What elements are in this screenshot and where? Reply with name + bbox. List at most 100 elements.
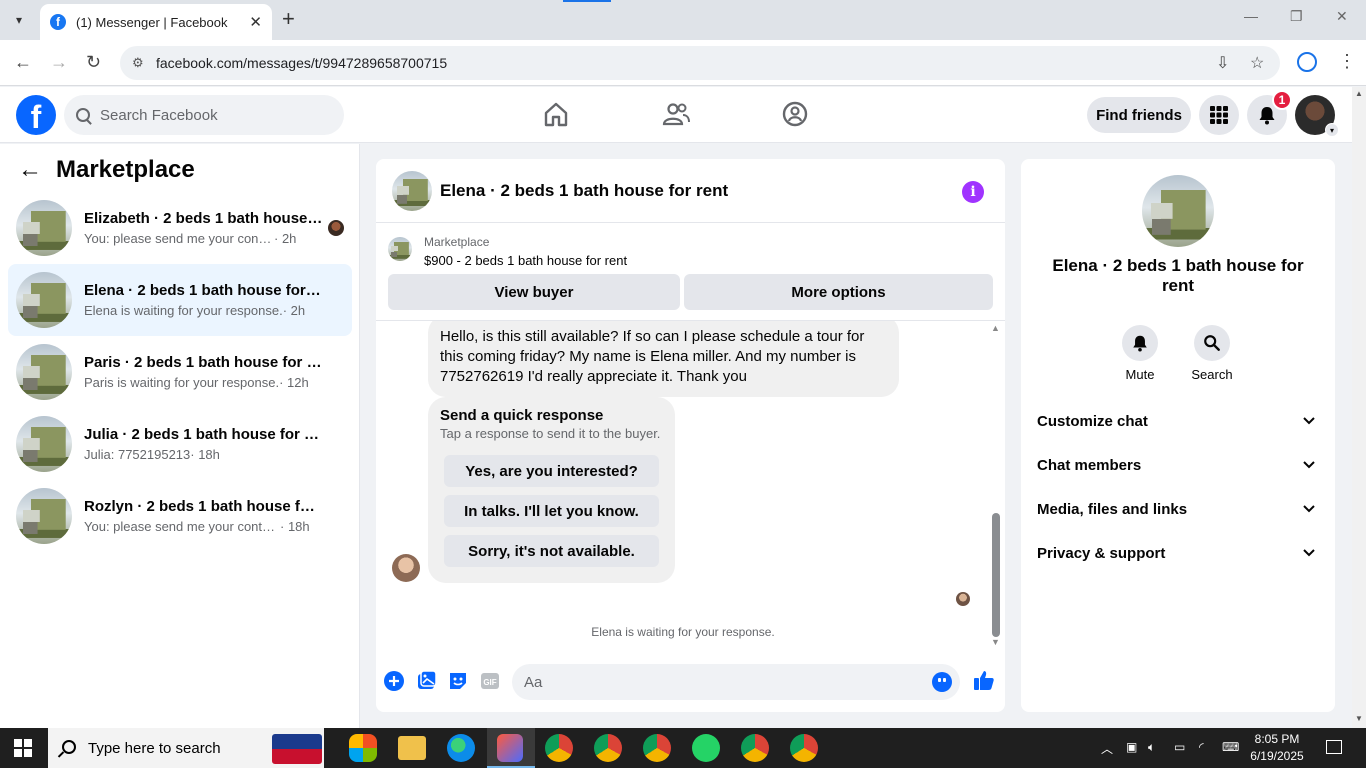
bookmark-star-icon[interactable]: ☆ bbox=[1250, 53, 1264, 73]
message-scrollbar[interactable]: ▲ ▼ bbox=[990, 321, 1002, 651]
browser-tab-messenger[interactable]: f (1) Messenger | Facebook ✕ bbox=[40, 4, 272, 40]
meet-now-icon[interactable]: ▣ bbox=[1126, 740, 1137, 754]
scrollbar-thumb[interactable] bbox=[992, 513, 1000, 637]
svg-text:GIF: GIF bbox=[483, 678, 496, 687]
row-label: Customize chat bbox=[1037, 412, 1148, 430]
forward-arrow-icon[interactable]: → bbox=[50, 52, 68, 73]
media-files-links-row[interactable]: Media, files and links bbox=[1029, 487, 1327, 531]
quick-response-heading: Send a quick response bbox=[440, 407, 604, 424]
customize-chat-row[interactable]: Customize chat bbox=[1029, 399, 1327, 443]
gif-icon[interactable]: GIF bbox=[479, 670, 501, 692]
message-input-box[interactable] bbox=[512, 664, 960, 700]
emoji-icon[interactable] bbox=[932, 672, 952, 692]
info-icon[interactable]: i bbox=[962, 181, 984, 203]
page-scrollbar[interactable]: ▲ ▼ bbox=[1352, 87, 1366, 728]
menu-grid-button[interactable] bbox=[1199, 95, 1239, 135]
reload-icon[interactable]: ↻ bbox=[86, 52, 101, 73]
chrome-icon[interactable] bbox=[643, 734, 671, 762]
chrome-icon[interactable] bbox=[790, 734, 818, 762]
install-app-icon[interactable]: ⇩ bbox=[1216, 53, 1229, 73]
browser-menu-icon[interactable]: ⋮ bbox=[1338, 51, 1356, 72]
search-action[interactable]: Search bbox=[1182, 325, 1242, 382]
friends-icon[interactable] bbox=[661, 99, 691, 129]
active-app-icon[interactable] bbox=[487, 734, 535, 768]
copilot-icon[interactable] bbox=[349, 734, 377, 762]
back-arrow-icon[interactable]: ← bbox=[18, 156, 42, 184]
scroll-down-icon[interactable]: ▼ bbox=[1355, 714, 1363, 723]
facebook-logo[interactable]: f bbox=[16, 95, 56, 135]
chrome-icon[interactable] bbox=[741, 734, 769, 762]
chat-title[interactable]: Elena · 2 beds 1 bath house for rent bbox=[440, 181, 728, 201]
home-icon[interactable] bbox=[541, 99, 571, 129]
keyboard-icon[interactable]: ⌨ bbox=[1222, 740, 1239, 754]
view-buyer-button[interactable]: View buyer bbox=[388, 274, 680, 310]
battery-icon[interactable]: ▭ bbox=[1174, 740, 1185, 754]
system-clock[interactable]: 8:05 PM 6/19/2025 bbox=[1240, 731, 1314, 765]
notification-count-badge: 1 bbox=[1272, 90, 1292, 110]
address-bar[interactable]: ⚙ facebook.com/messages/t/99472896587007… bbox=[120, 46, 1280, 80]
chrome-icon[interactable] bbox=[594, 734, 622, 762]
conversation-name: Elena · 2 beds 1 bath house for rent bbox=[84, 282, 324, 299]
panel-title: Marketplace bbox=[56, 156, 195, 183]
tab-close-icon[interactable]: ✕ bbox=[249, 13, 262, 31]
conversation-item-rozlyn[interactable]: Rozlyn · 2 beds 1 bath house for rent Yo… bbox=[8, 480, 352, 552]
marketplace-header: ← Marketplace bbox=[18, 156, 195, 184]
conversation-item-elizabeth[interactable]: Elizabeth · 2 beds 1 bath house for rent… bbox=[8, 192, 352, 264]
tab-search-chevron-icon[interactable]: ▾ bbox=[6, 7, 32, 33]
listing-summary: Marketplace $900 - 2 beds 1 bath house f… bbox=[388, 233, 988, 273]
scroll-up-icon[interactable]: ▲ bbox=[991, 323, 1000, 333]
windows-start-icon[interactable] bbox=[14, 739, 32, 757]
browser-profile-icon[interactable] bbox=[1297, 52, 1317, 72]
facebook-search-box[interactable] bbox=[64, 95, 344, 135]
chevron-down-icon bbox=[1299, 543, 1319, 563]
scroll-down-icon[interactable]: ▼ bbox=[991, 637, 1000, 647]
message-input[interactable] bbox=[512, 664, 892, 700]
close-window-icon[interactable]: ✕ bbox=[1336, 8, 1348, 25]
wifi-icon[interactable]: ◜ bbox=[1199, 740, 1204, 754]
notification-center-icon[interactable] bbox=[1326, 740, 1342, 754]
chat-members-row[interactable]: Chat members bbox=[1029, 443, 1327, 487]
search-icon bbox=[1204, 335, 1220, 351]
minimize-window-icon[interactable]: — bbox=[1244, 8, 1258, 24]
new-tab-button[interactable]: + bbox=[282, 8, 295, 30]
back-arrow-icon[interactable]: ← bbox=[14, 52, 32, 73]
search-highlight-icon[interactable] bbox=[272, 734, 322, 764]
edge-icon[interactable] bbox=[447, 734, 475, 762]
url-text[interactable]: facebook.com/messages/t/9947289658700715 bbox=[156, 55, 447, 71]
show-hidden-icons-chevron-icon[interactable]: ︿ bbox=[1101, 740, 1113, 757]
restore-window-icon[interactable]: ❐ bbox=[1290, 8, 1303, 25]
grid-icon bbox=[1210, 106, 1228, 124]
chat-avatar[interactable] bbox=[392, 170, 432, 211]
conversation-item-paris[interactable]: Paris · 2 beds 1 bath house for rent Par… bbox=[8, 336, 352, 408]
chrome-icon[interactable] bbox=[545, 734, 573, 762]
like-thumb-icon[interactable] bbox=[972, 668, 996, 692]
quick-response-option[interactable]: Yes, are you interested? bbox=[444, 455, 659, 487]
conversation-item-elena[interactable]: Elena · 2 beds 1 bath house for rent Ele… bbox=[8, 264, 352, 336]
listing-price[interactable]: $900 - 2 beds 1 bath house for rent bbox=[424, 253, 627, 268]
file-explorer-icon[interactable] bbox=[398, 736, 426, 760]
scroll-up-icon[interactable]: ▲ bbox=[1355, 89, 1363, 98]
groups-icon[interactable] bbox=[780, 99, 810, 129]
privacy-support-row[interactable]: Privacy & support bbox=[1029, 531, 1327, 575]
sticker-icon[interactable] bbox=[447, 670, 469, 692]
photo-icon[interactable] bbox=[415, 670, 437, 692]
plus-icon[interactable] bbox=[383, 670, 405, 692]
quick-response-option[interactable]: Sorry, it's not available. bbox=[444, 535, 659, 567]
volume-icon[interactable]: 🔈︎ bbox=[1148, 740, 1155, 755]
find-friends-button[interactable]: Find friends bbox=[1087, 97, 1191, 133]
account-avatar[interactable]: ▾ bbox=[1295, 95, 1339, 137]
listing-label: Marketplace bbox=[424, 235, 490, 249]
quick-response-option[interactable]: In talks. I'll let you know. bbox=[444, 495, 659, 527]
listing-avatar[interactable] bbox=[1142, 175, 1214, 247]
whatsapp-icon[interactable] bbox=[692, 734, 720, 762]
message-composer: GIF bbox=[376, 656, 1005, 708]
mute-action[interactable]: Mute bbox=[1110, 325, 1170, 382]
conversation-list-panel: ← Marketplace Elizabeth · 2 beds 1 bath … bbox=[0, 144, 360, 728]
facebook-header: f Find friends 1 ▾ bbox=[0, 87, 1352, 143]
site-info-icon[interactable]: ⚙ bbox=[132, 55, 152, 71]
conversation-time: · 2h bbox=[282, 303, 306, 318]
conversation-preview: Julia: 7752195213 bbox=[84, 447, 191, 462]
facebook-search-input[interactable] bbox=[100, 106, 320, 124]
more-options-button[interactable]: More options bbox=[684, 274, 993, 310]
conversation-item-julia[interactable]: Julia · 2 beds 1 bath house for rent Jul… bbox=[8, 408, 352, 480]
